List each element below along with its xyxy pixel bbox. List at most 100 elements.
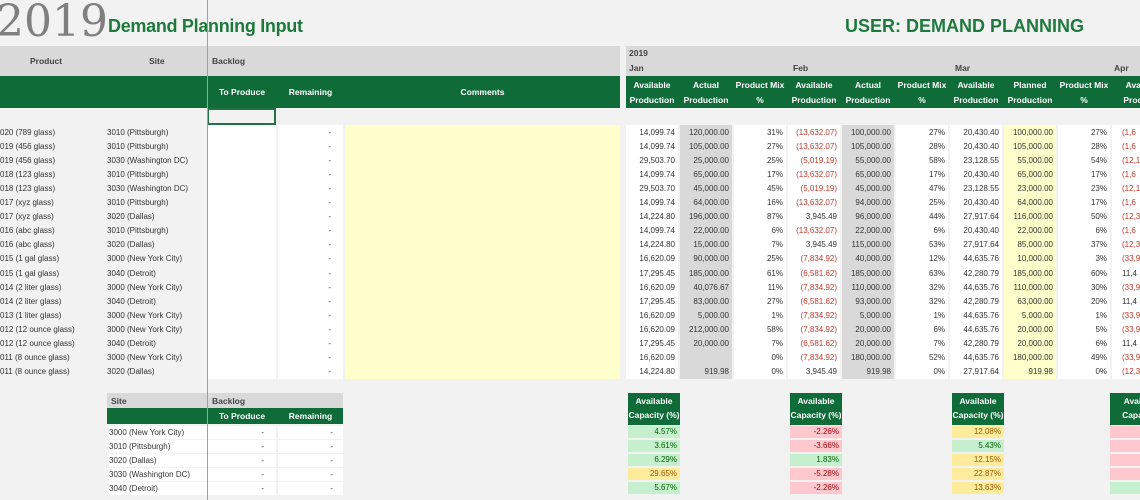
to-produce-input[interactable] — [208, 167, 276, 183]
comments-input[interactable] — [345, 363, 620, 379]
to-produce-input[interactable] — [208, 125, 276, 140]
to-produce-input[interactable] — [208, 307, 276, 323]
value-cell[interactable]: 83,000.00 — [680, 293, 732, 309]
comments-input[interactable] — [345, 195, 620, 211]
value-cell[interactable]: 180,000.00 — [1004, 349, 1056, 365]
comments-input[interactable] — [345, 209, 620, 225]
comments-input[interactable] — [345, 237, 620, 253]
value-cell[interactable]: 105,000.00 — [1004, 139, 1056, 155]
value-cell: 47% — [896, 181, 948, 197]
comments-input[interactable] — [345, 349, 620, 365]
comments-input[interactable] — [345, 153, 620, 169]
value-cell[interactable]: 185,000.00 — [1004, 265, 1056, 281]
value-cell: 16% — [734, 195, 786, 211]
value-cell[interactable]: 45,000.00 — [680, 181, 732, 197]
site-cell: 3000 (New York City) — [107, 324, 183, 334]
to-produce-input[interactable] — [208, 349, 276, 365]
value-cell[interactable]: 65,000.00 — [1004, 167, 1056, 183]
comments-input[interactable] — [345, 321, 620, 337]
comments-input[interactable] — [345, 335, 620, 351]
comments-input[interactable] — [345, 251, 620, 267]
value-cell: 16,620.09 — [626, 349, 678, 365]
value-cell: (1,6 — [1112, 125, 1140, 140]
to-produce-input[interactable] — [208, 335, 276, 351]
to-produce-input[interactable] — [208, 237, 276, 253]
value-cell[interactable]: 120,000.00 — [680, 125, 732, 140]
to-produce-input[interactable] — [208, 181, 276, 197]
remaining-cell: - — [278, 167, 343, 183]
value-cell[interactable]: 63,000.00 — [1004, 293, 1056, 309]
value-cell[interactable]: 105,000.00 — [680, 139, 732, 155]
freeze-pane-divider — [207, 0, 208, 500]
value-cell[interactable]: 110,000.00 — [1004, 279, 1056, 295]
value-cell[interactable]: 40,076.67 — [680, 279, 732, 295]
value-cell[interactable]: 22,000.00 — [1004, 223, 1056, 239]
to-produce-input[interactable] — [208, 223, 276, 239]
to-produce-input[interactable] — [208, 153, 276, 169]
value-cell[interactable]: 85,000.00 — [1004, 237, 1056, 253]
value-cell[interactable]: 22,000.00 — [680, 223, 732, 239]
to-produce-input[interactable] — [208, 139, 276, 155]
to-produce-input[interactable] — [208, 195, 276, 211]
value-cell: 23% — [1058, 181, 1110, 197]
value-cell: 58% — [896, 153, 948, 169]
header-band-left — [0, 46, 620, 76]
value-cell[interactable]: 23,000.00 — [1004, 181, 1056, 197]
value-cell[interactable] — [680, 349, 732, 365]
value-cell: 14,099.74 — [626, 167, 678, 183]
value-cell[interactable]: 185,000.00 — [680, 265, 732, 281]
value-col-header-line: Product Mix — [1059, 80, 1109, 90]
comments-input[interactable] — [345, 223, 620, 239]
comments-input[interactable] — [345, 181, 620, 197]
value-cell: 6% — [1058, 335, 1110, 351]
value-col-header-line: Actual — [855, 80, 881, 90]
value-cell[interactable]: 919.98 — [1004, 363, 1056, 379]
value-cell[interactable]: 20,000.00 — [1004, 321, 1056, 337]
value-cell[interactable]: 5,000.00 — [1004, 307, 1056, 323]
to-produce-input[interactable] — [208, 209, 276, 225]
value-cell[interactable]: 919.98 — [680, 363, 732, 379]
value-cell[interactable]: 15,000.00 — [680, 237, 732, 253]
capacity-header-line: Capaci — [1122, 410, 1140, 420]
value-cell[interactable]: 64,000.00 — [1004, 195, 1056, 211]
value-cell[interactable]: 55,000.00 — [1004, 153, 1056, 169]
value-cell: (33,9 — [1112, 349, 1140, 365]
comments-input[interactable] — [345, 125, 620, 140]
comments-input[interactable] — [345, 167, 620, 183]
to-produce-input[interactable] — [208, 363, 276, 379]
to-produce-input[interactable] — [208, 279, 276, 295]
comments-input[interactable] — [345, 265, 620, 281]
value-cell[interactable]: 196,000.00 — [680, 209, 732, 225]
value-cell[interactable]: 10,000.00 — [1004, 251, 1056, 267]
value-cell[interactable]: 65,000.00 — [680, 167, 732, 183]
value-cell[interactable]: 212,000.00 — [680, 321, 732, 337]
value-cell: 3,945.49 — [788, 237, 840, 253]
value-cell: 44,635.76 — [950, 307, 1002, 323]
remaining-cell: - — [278, 363, 343, 379]
value-cell: 17% — [896, 167, 948, 183]
value-cell: (33,9 — [1112, 307, 1140, 323]
value-cell[interactable]: 5,000.00 — [680, 307, 732, 323]
site-summary-remaining-label: Remaining — [288, 411, 333, 421]
value-cell[interactable]: 64,000.00 — [680, 195, 732, 211]
product-cell: 016 (abc glass) — [0, 240, 55, 250]
col-header-remaining: Remaining — [288, 87, 333, 97]
value-cell[interactable]: 20,000.00 — [1004, 335, 1056, 351]
to-produce-input[interactable] — [208, 321, 276, 337]
capacity-header-line: Available — [959, 396, 997, 406]
value-cell[interactable]: 90,000.00 — [680, 251, 732, 267]
to-produce-input[interactable] — [208, 251, 276, 267]
value-cell[interactable]: 25,000.00 — [680, 153, 732, 169]
comments-input[interactable] — [345, 293, 620, 309]
value-cell: 14,224.80 — [626, 209, 678, 225]
value-cell[interactable]: 100,000.00 — [1004, 125, 1056, 140]
to-produce-input[interactable] — [208, 293, 276, 309]
selected-cell[interactable] — [207, 108, 276, 125]
value-cell[interactable]: 20,000.00 — [680, 335, 732, 351]
value-cell[interactable]: 116,000.00 — [1004, 209, 1056, 225]
site-cell: 3010 (Pittsburgh) — [107, 226, 169, 236]
to-produce-input[interactable] — [208, 265, 276, 281]
comments-input[interactable] — [345, 139, 620, 155]
comments-input[interactable] — [345, 279, 620, 295]
comments-input[interactable] — [345, 307, 620, 323]
